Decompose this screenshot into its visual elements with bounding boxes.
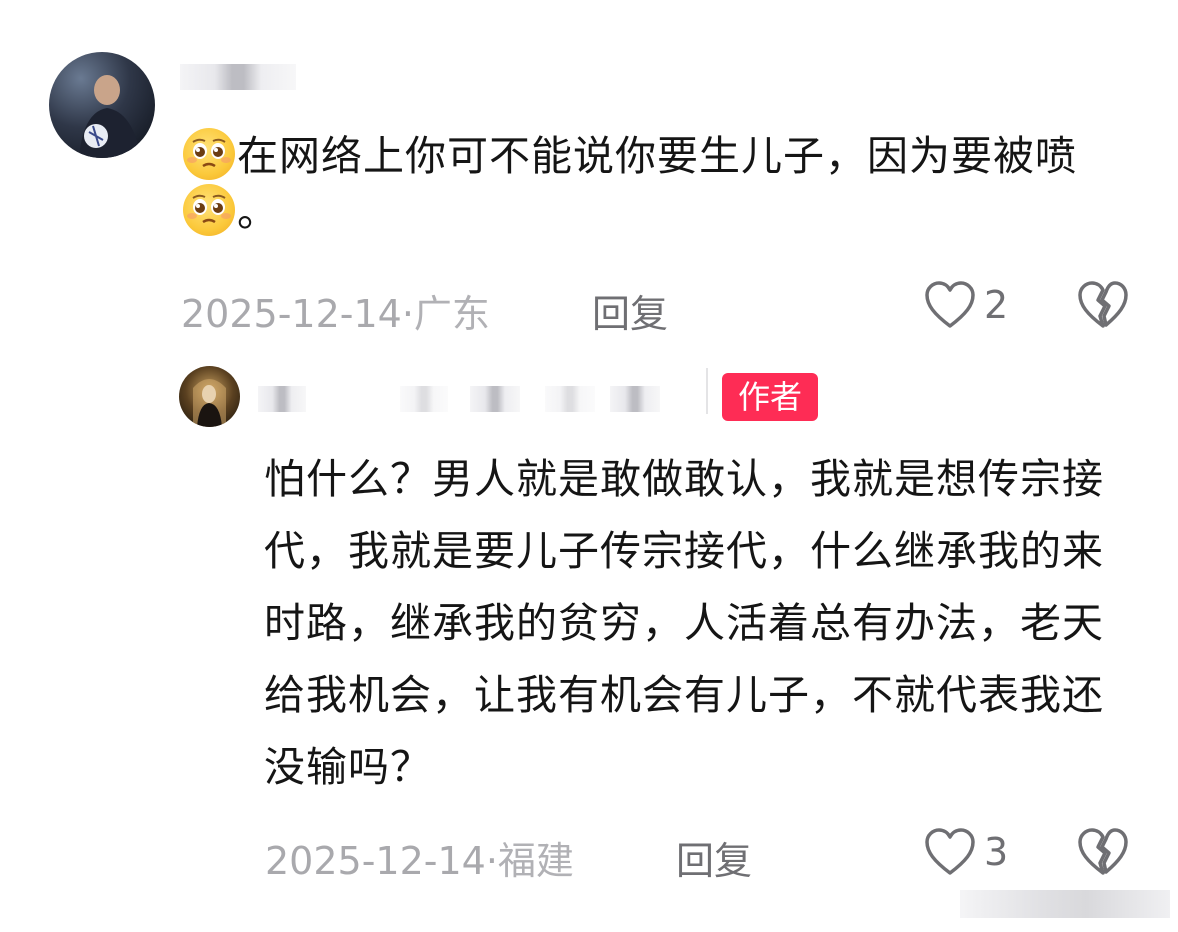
author-badge: 作者	[722, 373, 818, 421]
reply-location: 福建	[497, 839, 574, 883]
reply-like-count: 3	[984, 830, 1009, 874]
reply-reply-button[interactable]: 回复	[676, 830, 752, 885]
author-name-redacted	[545, 386, 595, 412]
comment-meta: 2025-12-14·广东	[181, 283, 490, 338]
comment-location: 广东	[413, 292, 490, 336]
comment-dislike-button[interactable]	[1077, 280, 1129, 334]
heart-icon	[925, 281, 975, 328]
author-name-redacted	[610, 386, 660, 412]
heart-icon	[925, 828, 975, 875]
reply-text: 怕什么？男人就是敢做敢认，我就是想传宗接代，我就是要儿子传宗接代，什么继承我的来…	[264, 455, 1104, 791]
author-name-redacted	[470, 386, 520, 412]
commenter-avatar[interactable]	[49, 52, 155, 158]
reply-dislike-button[interactable]	[1077, 827, 1129, 881]
comment-date: 2025-12-14·	[181, 292, 414, 336]
comment-like-count: 2	[984, 283, 1009, 327]
comment-reply-button[interactable]: 回复	[592, 283, 668, 338]
broken-heart-icon	[1078, 828, 1128, 875]
reply-meta: 2025-12-14·福建	[265, 830, 574, 885]
pleading-face-icon	[183, 184, 235, 236]
reply-date: 2025-12-14·	[265, 839, 498, 883]
comment-like-button[interactable]: 2	[924, 280, 1008, 330]
reply-like-button[interactable]: 3	[924, 827, 1008, 877]
pleading-face-icon	[183, 128, 235, 180]
author-avatar[interactable]	[179, 366, 240, 427]
name-divider	[706, 368, 708, 414]
author-name-redacted	[400, 386, 448, 412]
comment-text-main: 在网络上你可不能说你要生儿子，因为要被喷	[237, 132, 1077, 180]
author-name-redacted	[258, 386, 306, 412]
commenter-name-redacted	[180, 64, 296, 90]
comment-text: 在网络上你可不能说你要生儿子，因为要被喷 。	[181, 128, 1121, 240]
watermark-redacted	[960, 890, 1170, 918]
broken-heart-icon	[1078, 281, 1128, 328]
comment-text-end: 。	[237, 188, 279, 236]
